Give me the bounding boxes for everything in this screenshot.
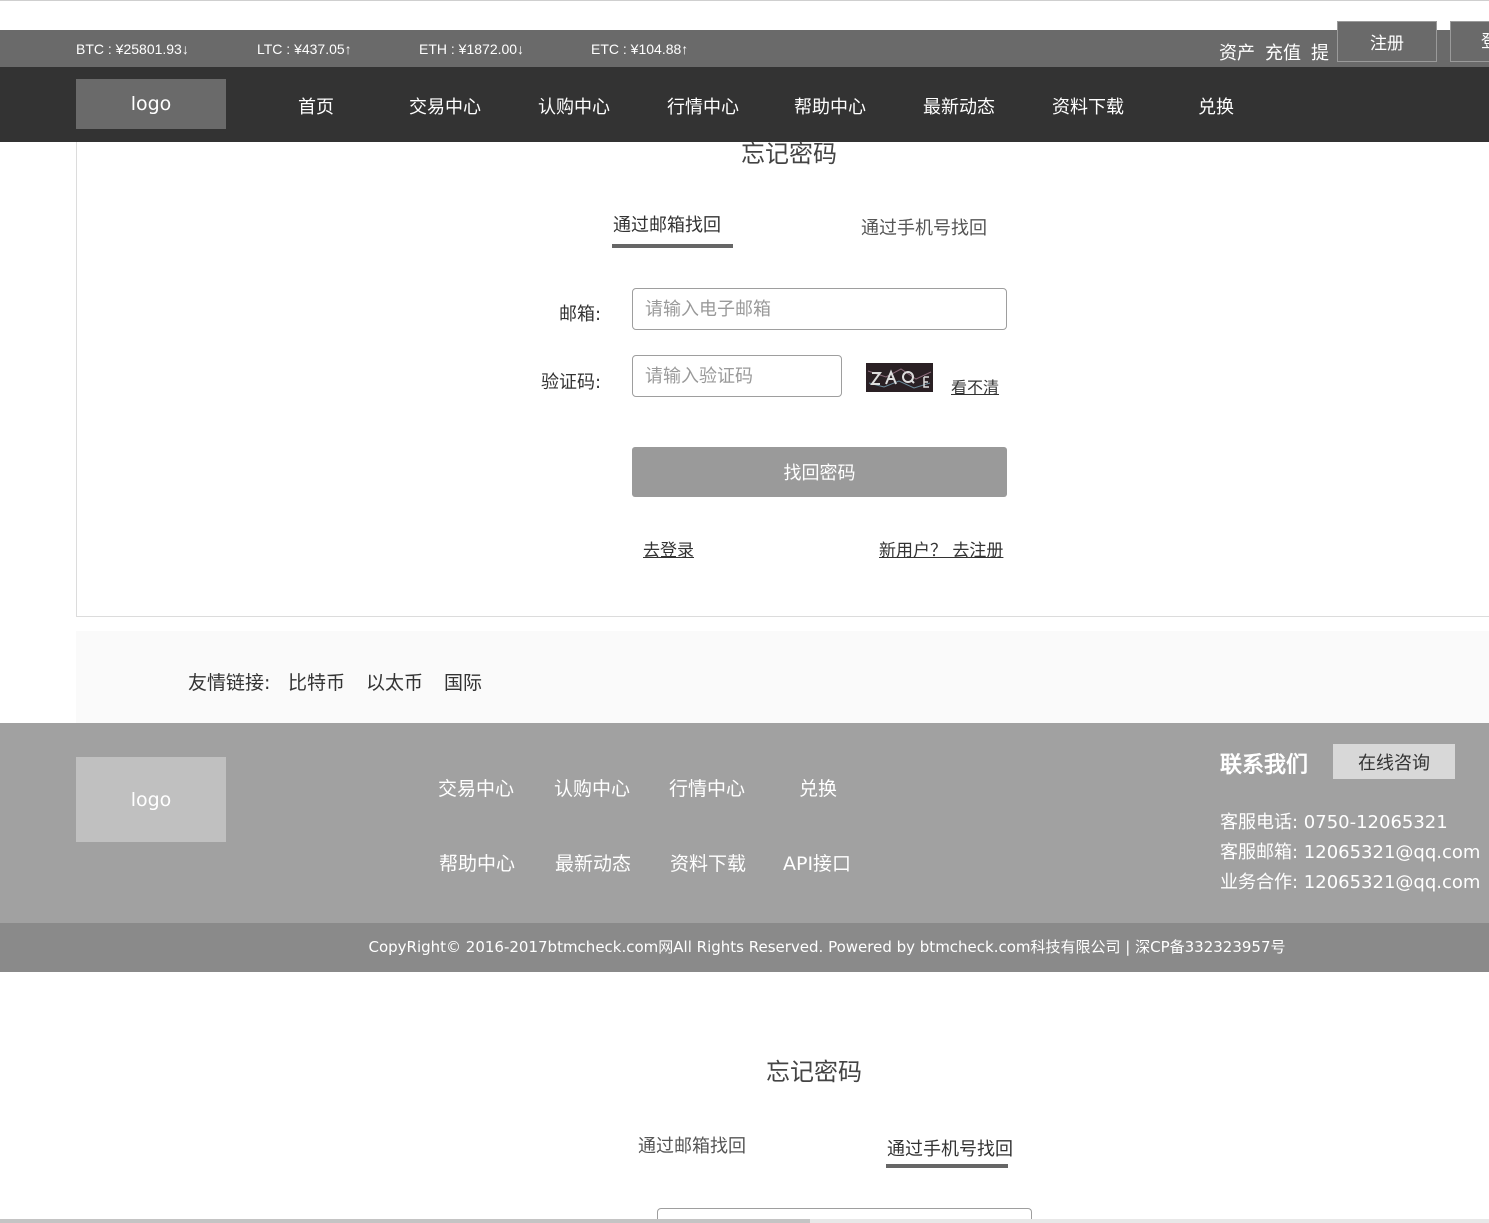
footer-link-trade[interactable]: 交易中心: [438, 774, 514, 801]
footer-link-market[interactable]: 行情中心: [669, 774, 745, 801]
nav-item-downloads[interactable]: 资料下载: [1052, 93, 1124, 119]
footer-link-exchange[interactable]: 兑换: [799, 774, 837, 801]
active-tab-indicator: [612, 244, 733, 248]
go-login-link[interactable]: 去登录: [643, 536, 694, 561]
recover-password-button[interactable]: 找回密码: [632, 447, 1007, 497]
nav-item-exchange[interactable]: 兑换: [1198, 93, 1234, 119]
footer-logo[interactable]: logo: [76, 757, 226, 842]
login-button[interactable]: 登: [1450, 21, 1489, 62]
lower-tab-phone-recovery[interactable]: 通过手机号找回: [887, 1135, 1013, 1161]
footer-link-downloads[interactable]: 资料下载: [670, 849, 746, 876]
email-label: 邮箱:: [559, 304, 602, 325]
window-top-border: [0, 0, 1489, 2]
user-links: 资产 充值提: [1219, 39, 1339, 65]
ticker-eth: ETH : ¥1872.00↓: [419, 41, 525, 57]
register-button[interactable]: 注册: [1337, 21, 1437, 62]
footer-link-subscribe[interactable]: 认购中心: [554, 774, 630, 801]
friend-links: 友情链接: 比特币 以太币 国际: [76, 631, 1489, 723]
tab-phone-recovery[interactable]: 通过手机号找回: [861, 214, 987, 240]
captcha-label: 验证码:: [541, 372, 602, 393]
page-title: 忘记密码: [741, 140, 837, 168]
copyright-bar: CopyRight© 2016-2017btmcheck.com网All Rig…: [0, 923, 1489, 972]
email-input[interactable]: [632, 288, 1007, 330]
lower-active-tab-indicator: [886, 1164, 1008, 1168]
friend-link-bitcoin[interactable]: 比特币: [288, 668, 345, 695]
scrollbar-thumb[interactable]: [0, 1219, 810, 1223]
nav-item-home[interactable]: 首页: [298, 93, 334, 119]
price-ticker-bar: BTC : ¥25801.93↓ LTC : ¥437.05↑ ETH : ¥1…: [0, 30, 1489, 67]
nav-item-trade[interactable]: 交易中心: [409, 93, 481, 119]
lower-page-title: 忘记密码: [766, 1058, 862, 1086]
main-nav: logo 首页 交易中心 认购中心 行情中心 帮助中心 最新动态 资料下载 兑换: [0, 67, 1489, 142]
nav-item-subscribe[interactable]: 认购中心: [538, 93, 610, 119]
lower-tab-email-recovery[interactable]: 通过邮箱找回: [638, 1132, 746, 1158]
footer-link-news[interactable]: 最新动态: [555, 849, 631, 876]
service-email: 客服邮箱: 12065321@qq.com: [1220, 842, 1481, 863]
footer-link-help[interactable]: 帮助中心: [439, 849, 515, 876]
friend-links-label: 友情链接:: [188, 672, 271, 694]
footer: logo 交易中心 认购中心 行情中心 兑换 帮助中心 最新动态 资料下载 AP…: [0, 723, 1489, 923]
nav-item-help[interactable]: 帮助中心: [794, 93, 866, 119]
horizontal-scrollbar[interactable]: [0, 1219, 1489, 1223]
captcha-refresh-link[interactable]: 看不清: [951, 374, 999, 398]
friend-link-ether[interactable]: 以太币: [366, 668, 423, 695]
assets-link[interactable]: 资产: [1219, 43, 1255, 64]
footer-link-api[interactable]: API接口: [783, 849, 851, 876]
header-logo[interactable]: logo: [76, 79, 226, 129]
withdraw-link[interactable]: 提: [1311, 43, 1329, 64]
ticker-ltc: LTC : ¥437.05↑: [257, 41, 352, 57]
ticker-btc: BTC : ¥25801.93↓: [76, 41, 189, 57]
captcha-noise-icon: [866, 363, 933, 392]
captcha-input[interactable]: [632, 355, 842, 397]
tab-email-recovery[interactable]: 通过邮箱找回: [613, 211, 721, 237]
ticker-etc: ETC : ¥104.88↑: [591, 41, 689, 57]
contact-us-title: 联系我们: [1220, 753, 1309, 778]
nav-item-market[interactable]: 行情中心: [667, 93, 739, 119]
captcha-image[interactable]: [866, 363, 933, 392]
business-contact: 业务合作: 12065321@qq.com: [1220, 872, 1481, 893]
online-consult-button[interactable]: 在线咨询: [1333, 744, 1455, 779]
nav-item-news[interactable]: 最新动态: [923, 93, 995, 119]
go-register-link[interactable]: 新用户？ 去注册: [879, 536, 1003, 561]
friend-link-international[interactable]: 国际: [444, 668, 482, 695]
forgot-password-panel: 忘记密码 通过邮箱找回 通过手机号找回 邮箱: 验证码: 看不清 找回密码 去登…: [76, 140, 1489, 617]
recharge-link[interactable]: 充值: [1265, 43, 1301, 64]
service-phone: 客服电话: 0750-12065321: [1220, 812, 1448, 833]
